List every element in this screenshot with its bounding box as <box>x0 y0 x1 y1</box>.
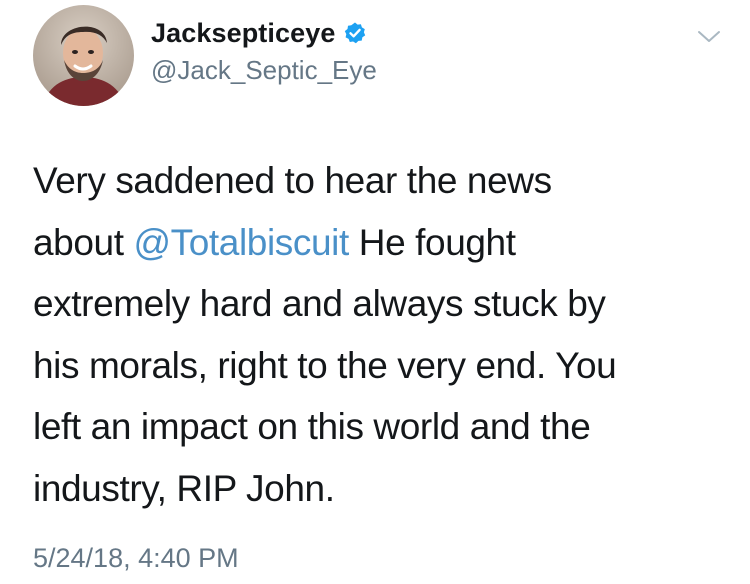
tweet-text-fragment: He fought <box>348 221 516 263</box>
author-display-name[interactable]: Jacksepticeye <box>151 18 335 49</box>
tweet-text-line: extremely hard and always stuck by <box>33 283 606 324</box>
tweet-text-line: Very saddened to hear the news <box>33 160 552 201</box>
tweet-timestamp[interactable]: 5/24/18, 4:40 PM <box>33 543 239 574</box>
author-handle[interactable]: @Jack_Septic_Eye <box>151 55 377 86</box>
tweet-text-line: left an impact on this world and the <box>33 406 591 447</box>
author-name-row: Jacksepticeye <box>151 15 367 51</box>
tweet-card: Jacksepticeye @Jack_Septic_Eye Very sadd… <box>0 0 750 584</box>
tweet-text-line: about @Totalbiscuit He fought <box>33 212 723 274</box>
tweet-text-line: industry, RIP John. <box>33 467 335 509</box>
avatar-image <box>33 5 134 106</box>
chevron-down-icon[interactable] <box>696 27 722 47</box>
mention-link[interactable]: @Totalbiscuit <box>133 222 349 263</box>
avatar[interactable] <box>33 5 134 106</box>
verified-badge-icon <box>343 21 367 45</box>
tweet-text: Very saddened to hear the news about @To… <box>33 150 723 519</box>
tweet-text-fragment: about <box>33 221 134 263</box>
tweet-text-line: his morals, right to the very end. You <box>33 344 617 386</box>
